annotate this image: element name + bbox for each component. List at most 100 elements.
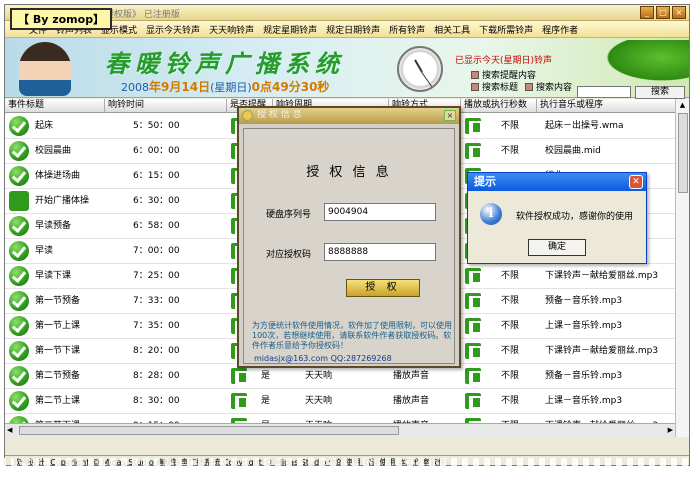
menu-weekly[interactable]: 规定星期铃声 xyxy=(263,23,317,36)
banner: 春暖铃声广播系统 2008年9月14日(星期日)0点49分30秒 已显示今天(星… xyxy=(5,38,689,99)
auth-dialog-titlebar: 授 权 信 息 × xyxy=(239,108,459,124)
hdd-serial-field[interactable]: 9004904 xyxy=(324,203,436,221)
check-icon xyxy=(9,291,29,311)
cell-time: 8：20：00 xyxy=(133,346,180,356)
close-button[interactable]: × xyxy=(672,6,686,19)
play-mode-icon xyxy=(465,368,482,384)
cell-time: 6：58：00 xyxy=(133,221,180,231)
search-content-checkbox[interactable]: 搜索内容 xyxy=(525,80,572,93)
minimize-button[interactable]: _ xyxy=(640,6,654,19)
date-year: 2008 xyxy=(121,81,149,94)
cell-title: 体操进场曲 xyxy=(35,171,81,181)
menu-daily[interactable]: 天天响铃声 xyxy=(209,23,254,36)
cell-title: 早读预备 xyxy=(35,221,72,231)
cell-title: 第一节上课 xyxy=(35,321,81,331)
app-logo: 春暖铃声广播系统 xyxy=(105,49,345,78)
cell-time: 8：28：00 xyxy=(133,371,180,381)
cell-title: 第二节上课 xyxy=(35,396,81,406)
vertical-scrollbar[interactable]: ▲ xyxy=(675,99,689,437)
play-mode-icon xyxy=(465,268,482,284)
authorize-button[interactable]: 授 权 xyxy=(346,279,420,297)
auth-body: 授 权 信 息 硬盘序列号 9004904 对应授权码 8888888 授 权 … xyxy=(243,128,455,364)
cell-program: 预备－音乐铃.mp3 xyxy=(545,296,623,306)
broadcast-icon xyxy=(9,191,29,211)
cell-title: 第二节预备 xyxy=(35,371,81,381)
cell-secs: 不限 xyxy=(501,396,520,406)
cell-time: 7：25：00 xyxy=(133,271,180,281)
auth-heading: 授 权 信 息 xyxy=(306,165,392,180)
play-mode-icon xyxy=(465,318,482,334)
time-text: 0点49分30秒 xyxy=(251,80,330,94)
check-icon xyxy=(9,316,29,336)
code-label: 对应授权码 xyxy=(266,250,312,260)
scroll-up-icon[interactable]: ▲ xyxy=(676,99,689,111)
menu-tools[interactable]: 相关工具 xyxy=(434,23,470,36)
cell-time: 6：00：00 xyxy=(133,146,180,156)
auth-contact: midasjx@163.com QQ:287269268 xyxy=(254,354,392,363)
cell-program: 上课－音乐铃.mp3 xyxy=(545,321,623,331)
table-row[interactable]: 第二节上课 8：30：00 是 天天响 播放声音 不限 上课－音乐铃.mp3 xyxy=(5,389,677,414)
cell-secs: 不限 xyxy=(501,146,520,156)
check-icon xyxy=(9,216,29,236)
play-mode-icon xyxy=(465,293,482,309)
cell-program: 预备－音乐铃.mp3 xyxy=(545,371,623,381)
menu-author[interactable]: 程序作者 xyxy=(542,23,578,36)
check-icon xyxy=(9,241,29,261)
date-year-suffix: 年 xyxy=(149,80,162,94)
cell-program: 校园晨曲.mid xyxy=(545,146,601,156)
cell-title: 起床 xyxy=(35,121,54,131)
cell-title: 早读下课 xyxy=(35,271,72,281)
auth-code-field[interactable]: 8888888 xyxy=(324,243,436,261)
cell-secs: 不限 xyxy=(501,121,520,131)
by-zomop-badge: 【 By zomop】 xyxy=(10,8,113,30)
hdd-label: 硬盘序列号 xyxy=(266,210,312,220)
cell-program: 起床－出操号.wma xyxy=(545,121,624,131)
cell-time: 6：30：00 xyxy=(133,196,180,206)
check-icon xyxy=(9,366,29,386)
menu-all[interactable]: 所有铃声 xyxy=(389,23,425,36)
search-title-label: 搜索标题 xyxy=(482,83,519,93)
maximize-button[interactable]: □ xyxy=(656,6,670,19)
cell-mode: 播放声音 xyxy=(393,396,430,406)
cell-title: 第一节预备 xyxy=(35,296,81,306)
col-time[interactable]: 响铃时间 xyxy=(105,99,227,113)
cell-title: 早读 xyxy=(35,246,54,256)
key-icon xyxy=(242,110,253,121)
leaf-decoration xyxy=(599,40,689,84)
cell-time: 7：33：00 xyxy=(133,296,180,306)
tip-close-button[interactable]: ✕ xyxy=(629,175,643,189)
cell-title: 第一节下课 xyxy=(35,346,81,356)
scroll-left-icon[interactable]: ◀ xyxy=(7,424,12,436)
col-title[interactable]: 事件标题 xyxy=(5,99,105,113)
cell-remind: 是 xyxy=(261,396,271,406)
info-icon: i xyxy=(480,203,502,225)
datetime-display: 2008年9月14日(星期日)0点49分30秒 xyxy=(121,78,329,95)
col-secs[interactable]: 播放或执行秒数 xyxy=(461,99,537,113)
tip-message: 软件授权成功，感谢你的使用 xyxy=(516,212,634,222)
clock-icon xyxy=(397,46,443,92)
ok-button[interactable]: 确定 xyxy=(528,239,586,256)
search-input[interactable] xyxy=(577,86,631,98)
vscroll-thumb[interactable] xyxy=(678,113,688,193)
menu-dated[interactable]: 规定日期铃声 xyxy=(326,23,380,36)
cell-secs: 不限 xyxy=(501,346,520,356)
auth-close-button[interactable]: × xyxy=(444,110,456,121)
operator-avatar xyxy=(19,42,71,96)
menu-download[interactable]: 下载所需铃声 xyxy=(479,23,533,36)
date-weekday: (星期日) xyxy=(210,81,252,94)
col-program[interactable]: 执行音乐或程序 xyxy=(537,99,677,113)
search-title-checkbox[interactable]: 搜索标题 xyxy=(471,80,518,93)
auth-dialog-title: 授 权 信 息 xyxy=(257,110,302,120)
search-button[interactable]: 搜索 xyxy=(635,86,685,99)
horizontal-scrollbar[interactable]: ◀ ▶ xyxy=(5,423,677,437)
scroll-right-icon[interactable]: ▶ xyxy=(668,424,673,436)
cell-time: 5：50：00 xyxy=(133,121,180,131)
cell-program: 下课铃声－献给爱丽丝.mp3 xyxy=(545,271,659,281)
menu-today[interactable]: 显示今天铃声 xyxy=(146,23,200,36)
hscroll-thumb[interactable] xyxy=(19,426,399,435)
play-mode-icon xyxy=(465,118,482,134)
play-mode-icon xyxy=(465,343,482,359)
cell-time: 6：15：00 xyxy=(133,171,180,181)
tip-dialog: 提示 ✕ i 软件授权成功，感谢你的使用 确定 xyxy=(467,172,647,264)
torn-edge xyxy=(0,458,700,489)
